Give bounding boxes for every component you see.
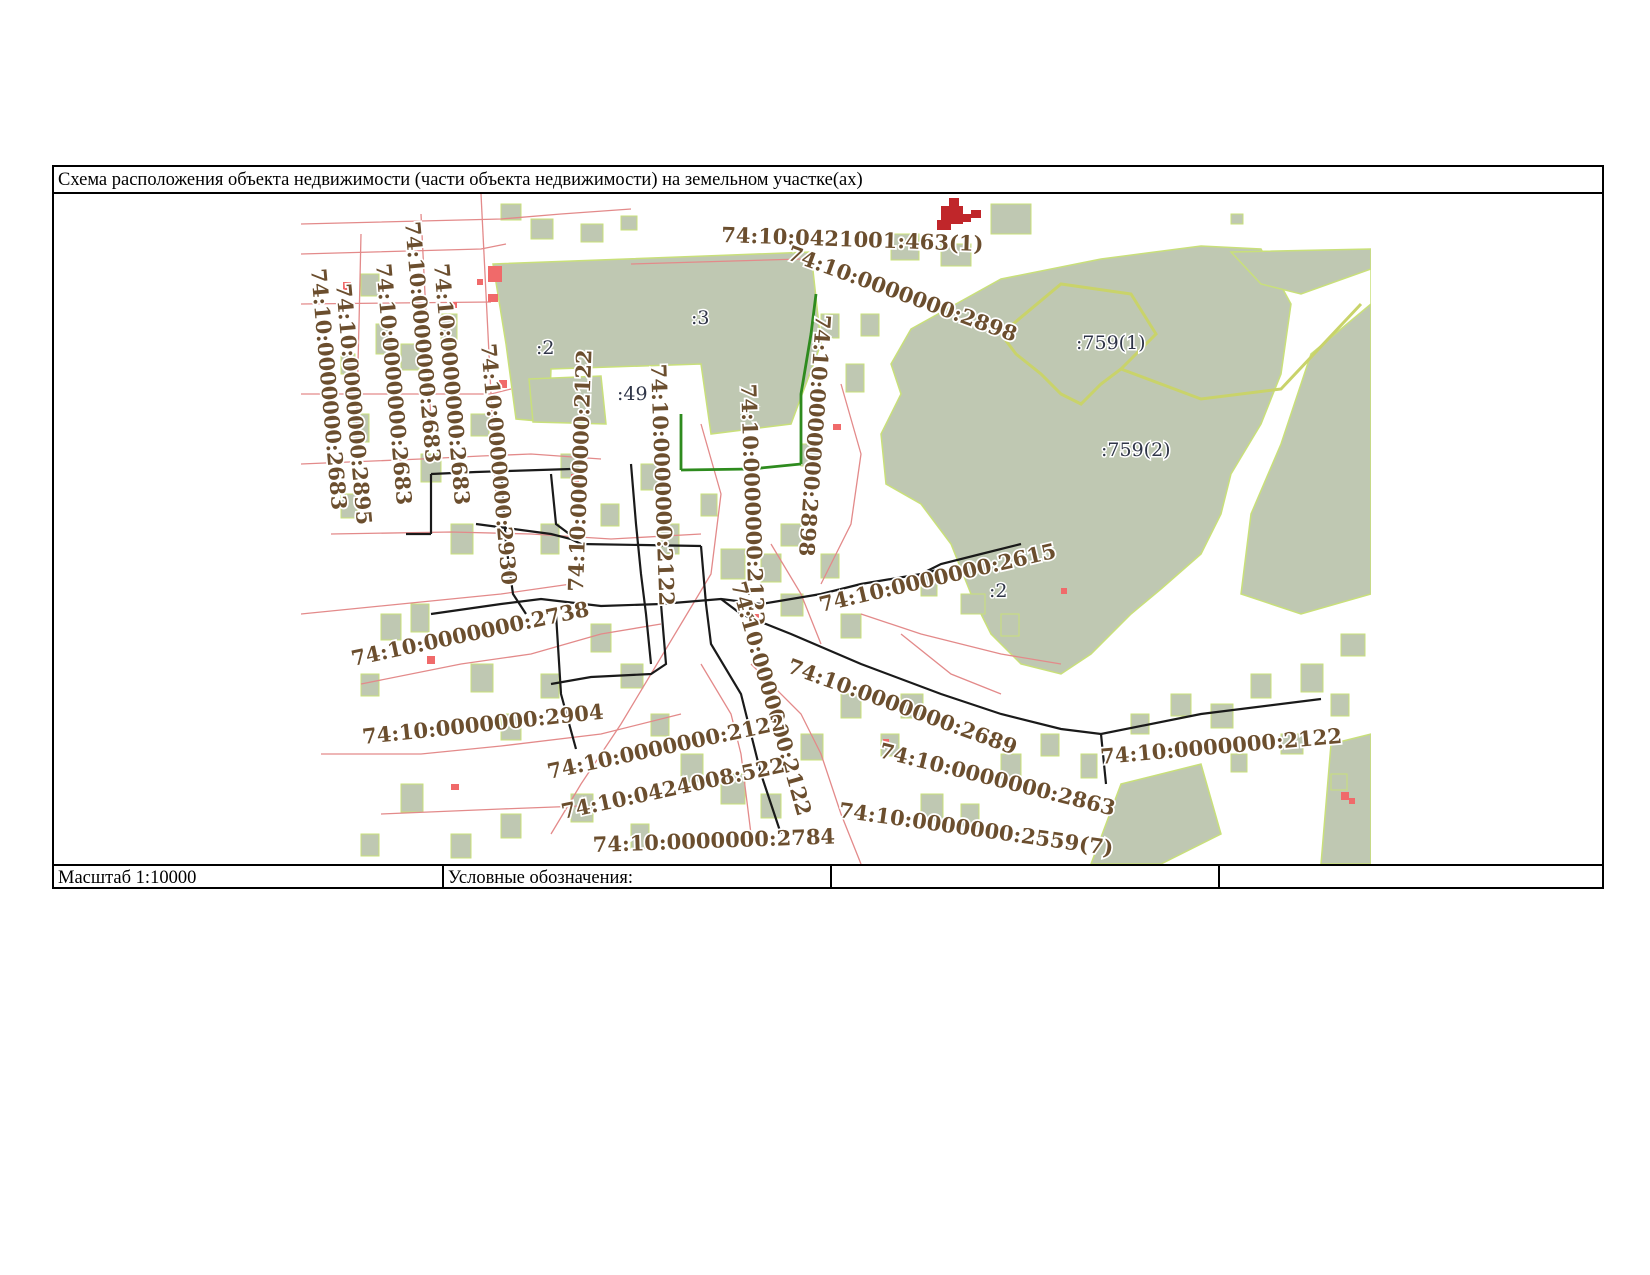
label-2-a: :2	[536, 337, 555, 359]
scale-cell: Масштаб 1:10000	[54, 866, 442, 889]
label-3: :3	[691, 307, 710, 329]
red-object	[937, 198, 981, 230]
label-2122-b: 74:10:0000000:2122	[646, 363, 679, 606]
label-759-2: :759(2)	[1101, 439, 1171, 461]
label-759-1: :759(1)	[1076, 332, 1146, 354]
label-49: :49	[617, 383, 648, 405]
legend-cell: Условные обозначения:	[442, 866, 830, 889]
document-frame: Схема расположения объекта недвижимости …	[52, 165, 1604, 889]
scheme-title: Схема расположения объекта недвижимости …	[58, 170, 863, 190]
scale-text: Масштаб 1:10000	[58, 868, 197, 888]
label-2904: 74:10:0000000:2904	[361, 699, 605, 749]
title-row: Схема расположения объекта недвижимости …	[54, 167, 1602, 194]
map-area: 74:10:0421001:463(1) 74:10:0000000:2898 …	[54, 194, 1602, 864]
empty-cell-4	[1218, 866, 1602, 889]
label-2784: 74:10:0000000:2784	[592, 824, 835, 857]
label-2-b: :2	[989, 580, 1008, 602]
footer-row: Масштаб 1:10000 Условные обозначения:	[54, 864, 1602, 889]
legend-label: Условные обозначения:	[448, 868, 634, 888]
cadastral-map: 74:10:0421001:463(1) 74:10:0000000:2898 …	[301, 194, 1371, 864]
empty-cell-3	[830, 866, 1218, 889]
